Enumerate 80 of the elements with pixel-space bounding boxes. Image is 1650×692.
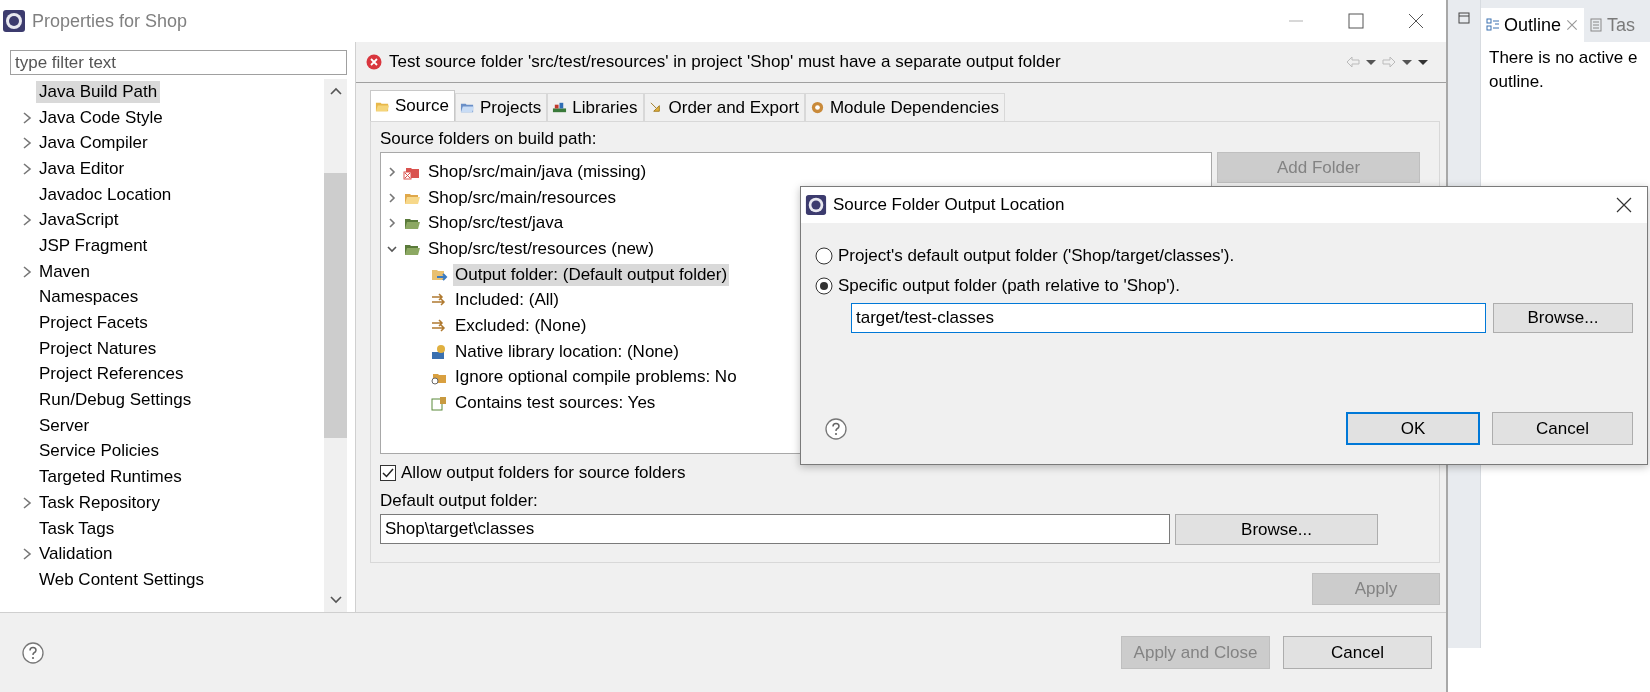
output-path-field[interactable]: target/test-classes xyxy=(851,303,1486,333)
field-label: Default output folder: xyxy=(380,490,539,512)
tree-item[interactable]: Included: (All) xyxy=(453,289,561,312)
nav-item[interactable]: JavaScript xyxy=(36,209,122,232)
window-title: Properties for Shop xyxy=(32,10,189,32)
tab[interactable]: Source xyxy=(370,90,455,121)
close-icon xyxy=(1407,12,1425,30)
tree-item[interactable]: Contains test sources: Yes xyxy=(453,392,658,415)
tree-item[interactable]: Ignore optional compile problems: No xyxy=(453,366,739,389)
checkbox[interactable] xyxy=(380,465,396,481)
view-tab[interactable]: Tas xyxy=(1584,8,1641,42)
tab-icon xyxy=(552,100,568,115)
outline-icon xyxy=(1486,18,1500,32)
nav-item[interactable]: Task Repository xyxy=(36,491,163,514)
tree-item[interactable]: Shop/src/main/resources xyxy=(426,186,619,209)
nav-item[interactable]: Java Editor xyxy=(36,157,128,180)
cancel-button[interactable]: Cancel xyxy=(1492,412,1633,445)
nav-item[interactable]: Java Compiler xyxy=(36,132,151,155)
nav-item[interactable]: Namespaces xyxy=(36,286,142,309)
outline-message: outline. xyxy=(1489,71,1545,93)
browse-button[interactable]: Browse... xyxy=(1492,303,1633,333)
document-icon xyxy=(1589,18,1604,32)
scrollbar[interactable] xyxy=(324,79,347,612)
radio-button[interactable] xyxy=(815,277,833,295)
help-icon xyxy=(22,641,44,664)
nav-item[interactable]: Javadoc Location xyxy=(36,183,175,206)
nav-item[interactable]: Validation xyxy=(36,543,116,566)
library-icon xyxy=(430,342,448,361)
nav-item[interactable]: Task Tags xyxy=(36,517,118,540)
dialog-title: Source Folder Output Location xyxy=(833,195,1066,215)
tab[interactable]: Projects xyxy=(454,93,548,121)
tree-item[interactable]: Native library location: (None) xyxy=(453,340,681,363)
output-folder-field[interactable]: Shop\target\classes xyxy=(380,514,1170,544)
help-icon xyxy=(825,417,847,440)
scroll-thumb[interactable] xyxy=(324,173,347,438)
nav-item[interactable]: Java Code Style xyxy=(36,106,166,129)
radio-button[interactable] xyxy=(815,247,833,265)
radio-label: Project's default output folder ('Shop/target/classes'). xyxy=(838,246,1235,266)
maximize-icon xyxy=(1347,12,1365,30)
nav-item[interactable]: JSP Fragment xyxy=(36,234,151,257)
cancel-button[interactable]: Cancel xyxy=(1283,636,1432,669)
radio-label: Specific output folder (path relative to 'Shop'). xyxy=(838,276,1180,296)
tree-item[interactable]: Excluded: (None) xyxy=(453,314,589,337)
checkmark-icon xyxy=(382,467,394,479)
tab[interactable]: Order and Export xyxy=(643,93,805,121)
view-tab[interactable]: Outline xyxy=(1481,8,1585,42)
tree-item[interactable]: Shop/src/test/resources (new) xyxy=(426,237,656,260)
tree-item[interactable]: Shop/src/main/java (missing) xyxy=(426,160,649,183)
nav-item[interactable]: Project Natures xyxy=(36,337,160,360)
minimize-icon xyxy=(1289,20,1303,22)
close-icon xyxy=(1616,197,1632,213)
test-source-icon xyxy=(430,394,448,413)
section-label: Source folders on build path: xyxy=(380,128,598,150)
back-arrow-icon xyxy=(1346,55,1360,69)
nav-item[interactable]: Project References xyxy=(36,363,187,386)
error-message: Test source folder 'src/test/resources' in project 'Shop' must have a separate output folder xyxy=(389,52,1062,72)
forward-arrow-icon xyxy=(1382,55,1396,69)
restore-icon xyxy=(1458,12,1470,24)
tab[interactable]: Module Dependencies xyxy=(804,93,1006,121)
checkbox-label: Allow output folders for source folders xyxy=(401,463,686,483)
tree-item[interactable]: Shop/src/test/java xyxy=(426,212,566,235)
nav-item[interactable]: Run/Debug Settings xyxy=(36,389,195,412)
nav-item[interactable]: Project Facets xyxy=(36,312,151,335)
error-icon xyxy=(366,54,382,70)
nav-item[interactable]: Service Policies xyxy=(36,440,162,463)
outline-message: There is no active e xyxy=(1489,47,1639,69)
filter-field[interactable]: type filter text xyxy=(10,50,347,75)
nav-item[interactable]: Server xyxy=(36,414,93,437)
nav-item[interactable]: Targeted Runtimes xyxy=(36,466,185,489)
tab-icon xyxy=(809,100,825,115)
app-icon xyxy=(2,9,26,33)
ok-button[interactable]: OK xyxy=(1346,412,1480,445)
browse-button[interactable]: Browse... xyxy=(1175,514,1378,545)
tree-item[interactable]: Output folder: (Default output folder) xyxy=(453,263,730,286)
nav-item[interactable]: Web Content Settings xyxy=(36,568,208,591)
nav-item[interactable]: Maven xyxy=(36,260,94,283)
nav-item[interactable]: Java Build Path xyxy=(36,80,161,103)
close-icon xyxy=(1565,18,1580,32)
app-icon xyxy=(805,194,827,216)
tab[interactable]: Libraries xyxy=(547,93,644,121)
